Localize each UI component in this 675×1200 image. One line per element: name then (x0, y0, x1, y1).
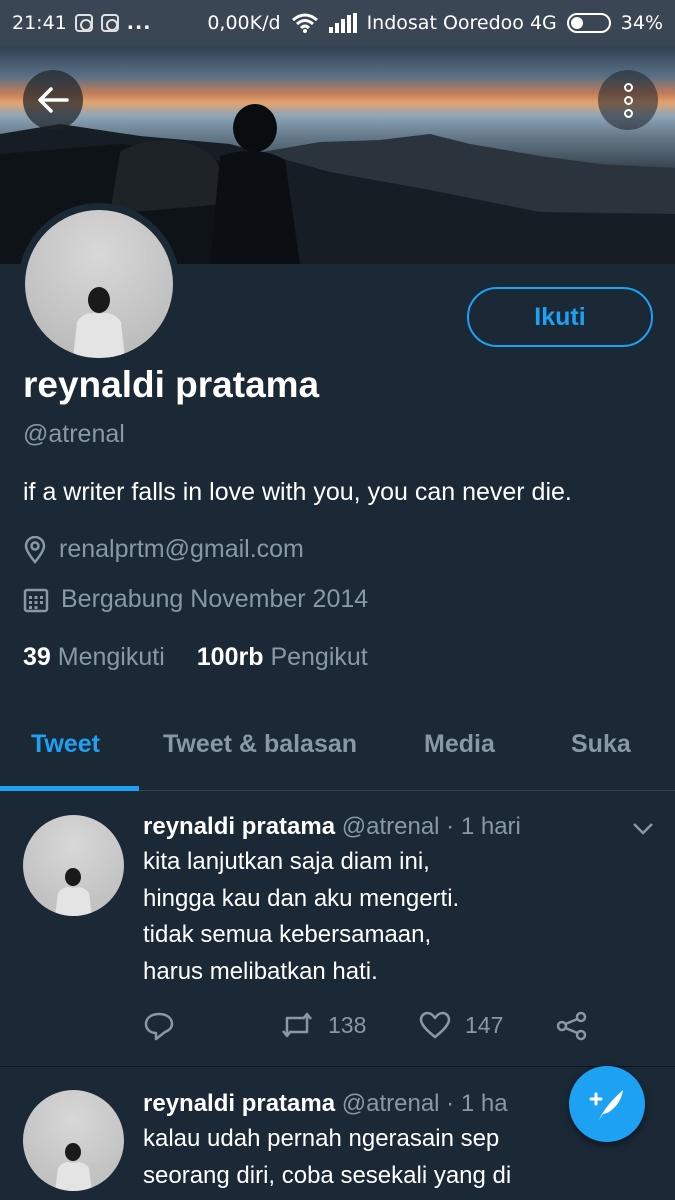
network-speed: 0,00K/d (207, 12, 281, 34)
tweet-avatar-figure (55, 868, 92, 916)
tweet-author-meta: @atrenal · 1 hari (341, 813, 521, 840)
tweet-avatar-figure (55, 1143, 92, 1191)
more-options-button[interactable] (598, 70, 658, 130)
tab-tweet[interactable]: Tweet (31, 730, 100, 759)
profile-email-row: renalprtm@gmail.com (23, 535, 304, 564)
retweet-button[interactable]: 138 (280, 1011, 366, 1039)
tweet-line: hingga kau dan aku mengerti. (143, 884, 460, 912)
profile-joined-row: Bergabung November 2014 (23, 585, 368, 614)
battery-percent: 34% (620, 12, 663, 34)
tweet-line: harus melibatkan hati. (143, 957, 378, 985)
profile-email[interactable]: renalprtm@gmail.com (59, 535, 304, 564)
back-arrow-icon (38, 87, 69, 113)
following-count: 39 (23, 643, 51, 671)
avatar-figure (73, 287, 125, 358)
profile-name: reynaldi pratama (23, 364, 320, 405)
follow-button[interactable]: Ikuti (467, 287, 653, 347)
profile-avatar[interactable] (18, 203, 180, 365)
followers-stat[interactable]: 100rb Pengikut (197, 643, 368, 672)
followers-label: Pengikut (270, 643, 368, 671)
followers-count: 100rb (196, 643, 264, 671)
tweet-author-meta: @atrenal · 1 ha (341, 1090, 508, 1117)
tweet-header: reynaldi pratama @atrenal · 1 hari (143, 813, 521, 841)
status-time: 21:41 (12, 12, 67, 34)
battery-level (570, 17, 583, 29)
tweet-text: kita lanjutkan saja diam ini, hingga kau… (143, 844, 663, 990)
compose-tweet-icon (589, 1090, 623, 1120)
heart-icon (419, 1011, 451, 1039)
tweet-author-name[interactable]: reynaldi pratama (143, 1090, 335, 1117)
back-button[interactable] (23, 70, 83, 130)
share-button[interactable] (556, 1011, 588, 1041)
tweet-item[interactable]: reynaldi pratama @atrenal · 1 hari kita … (0, 791, 675, 1067)
tweet-line: kita lanjutkan saja diam ini, (143, 848, 430, 875)
avatar-image (25, 210, 173, 358)
reply-icon (144, 1012, 174, 1041)
tab-tweet-replies[interactable]: Tweet & balasan (163, 730, 357, 759)
status-bar: 21:41 ... 0,00K/d Indosat Ooredoo 4G 34% (0, 0, 675, 46)
more-notifications-dots: ... (126, 12, 152, 34)
profile-joined-date: Bergabung November 2014 (61, 585, 369, 613)
profile-handle: @atrenal (23, 420, 125, 448)
whatsapp-notification-icon (100, 14, 119, 32)
tweet-avatar[interactable] (23, 815, 124, 916)
compose-tweet-button[interactable] (569, 1066, 645, 1142)
retweet-icon (282, 1012, 312, 1038)
tab-media[interactable]: Media (424, 730, 495, 759)
like-button[interactable]: 147 (419, 1011, 503, 1039)
more-dot (623, 108, 633, 118)
tweet-line: tidak semua kebersamaan, (143, 921, 432, 948)
calendar-icon (23, 588, 49, 612)
signal-icon (328, 13, 357, 33)
profile-tabs: Tweet Tweet & balasan Media Suka (0, 715, 675, 791)
location-icon (24, 535, 46, 564)
share-icon (556, 1011, 587, 1041)
profile-stats: 39 Mengikuti 100rb Pengikut (23, 643, 368, 672)
like-count: 147 (465, 1011, 504, 1038)
instagram-notification-icon (74, 14, 93, 32)
retweet-count: 138 (328, 1011, 367, 1038)
carrier-name: Indosat Ooredoo 4G (366, 12, 557, 34)
following-label: Mengikuti (57, 643, 165, 671)
profile-bio: if a writer falls in love with you, you … (23, 478, 572, 506)
tweet-actions: 138 147 (143, 1011, 643, 1047)
reply-button[interactable] (143, 1011, 175, 1041)
chevron-down-icon[interactable] (632, 821, 654, 837)
more-vertical-icon (623, 82, 633, 92)
battery-icon (566, 13, 611, 33)
following-stat[interactable]: 39 Mengikuti (23, 643, 165, 672)
tweet-avatar[interactable] (23, 1090, 124, 1191)
wifi-icon (291, 13, 318, 33)
tweet-line: seorang diri, coba sesekali yang di (143, 1161, 512, 1189)
tweet-author-name[interactable]: reynaldi pratama (143, 813, 335, 840)
more-dot (623, 95, 633, 105)
tweet-header: reynaldi pratama @atrenal · 1 ha (143, 1090, 508, 1118)
tab-likes[interactable]: Suka (571, 730, 631, 759)
